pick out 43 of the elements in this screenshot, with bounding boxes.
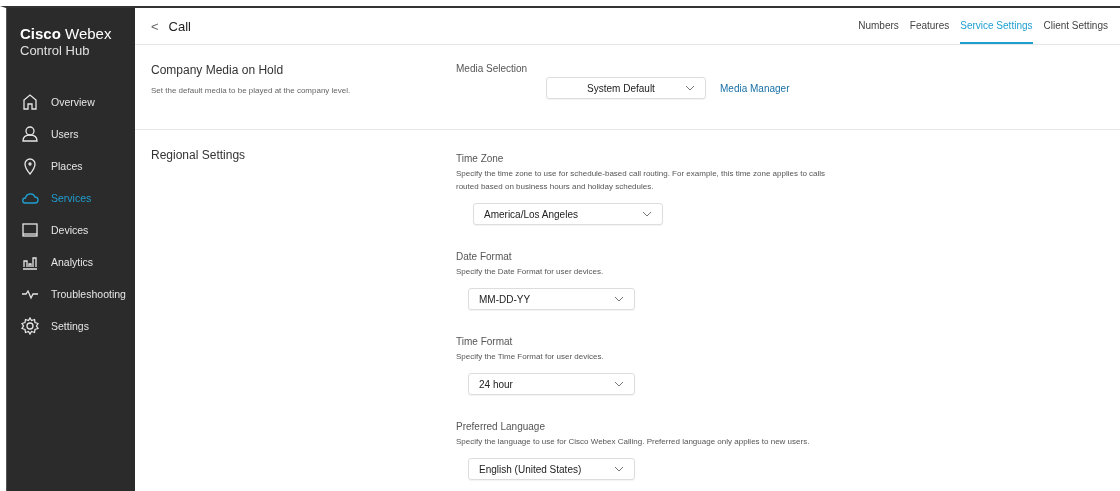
page-title: Call — [168, 18, 192, 34]
field-label: Time Zone — [456, 153, 505, 164]
sidebar-item[interactable]: Settings — [7, 310, 135, 342]
back-button[interactable]: < — [151, 18, 159, 34]
chevron-down-icon — [614, 381, 624, 387]
section-title: Regional Settings — [151, 148, 247, 162]
brand-logo: Cisco Webex — [20, 24, 113, 43]
tab[interactable]: Features — [909, 8, 950, 44]
brand-subtitle: Control Hub — [20, 43, 91, 58]
chevron-down-icon — [642, 211, 652, 217]
location-pin-icon — [21, 157, 39, 175]
dropdown[interactable]: 24 hour — [468, 373, 635, 395]
dropdown[interactable]: English (United States) — [468, 458, 635, 480]
sidebar-item[interactable]: Devices — [7, 214, 135, 246]
monitor-icon — [21, 221, 39, 239]
dropdown[interactable]: America/Los Angeles — [473, 203, 663, 225]
field-description: Specify the language to use for Cisco Webex Calling. Preferred language only applies to new users. — [456, 436, 811, 448]
sidebar-item[interactable]: Overview — [7, 86, 135, 118]
sidebar-item[interactable]: Troubleshooting — [7, 278, 135, 310]
dropdown[interactable]: System Default — [546, 77, 706, 99]
field-description: Specify the Time Format for user devices. — [456, 351, 605, 363]
chevron-down-icon — [685, 85, 695, 91]
settings-icon — [21, 317, 39, 335]
field-label: Media Selection — [456, 63, 529, 74]
field-description: Specify the Date Format for user devices. — [456, 266, 605, 278]
sidebar-item[interactable]: Analytics — [7, 246, 135, 278]
sidebar-item[interactable]: Users — [7, 118, 135, 150]
tab[interactable]: Client Settings — [1043, 8, 1108, 44]
dropdown[interactable]: MM-DD-YY — [468, 288, 635, 310]
tab[interactable]: Numbers — [858, 8, 899, 44]
home-icon — [21, 93, 39, 111]
user-icon — [21, 125, 39, 143]
media-manager-link[interactable]: Media Manager — [720, 82, 790, 94]
sidebar-item[interactable]: Places — [7, 150, 135, 182]
sidebar-item[interactable]: Services — [7, 182, 135, 214]
field-label: Preferred Language — [456, 421, 546, 432]
chevron-down-icon — [614, 296, 624, 302]
field-description: Specify the time zone to use for schedule-based call routing. For example, this time zone applies to calls routed based on business hours and holiday schedules. — [456, 168, 827, 193]
field-label: Time Format — [456, 336, 514, 347]
field-label: Date Format — [456, 251, 513, 262]
section-title: Company Media on Hold — [151, 63, 285, 77]
chevron-down-icon — [614, 466, 624, 472]
section-description: Set the default media to be played at the company level. — [151, 86, 352, 95]
